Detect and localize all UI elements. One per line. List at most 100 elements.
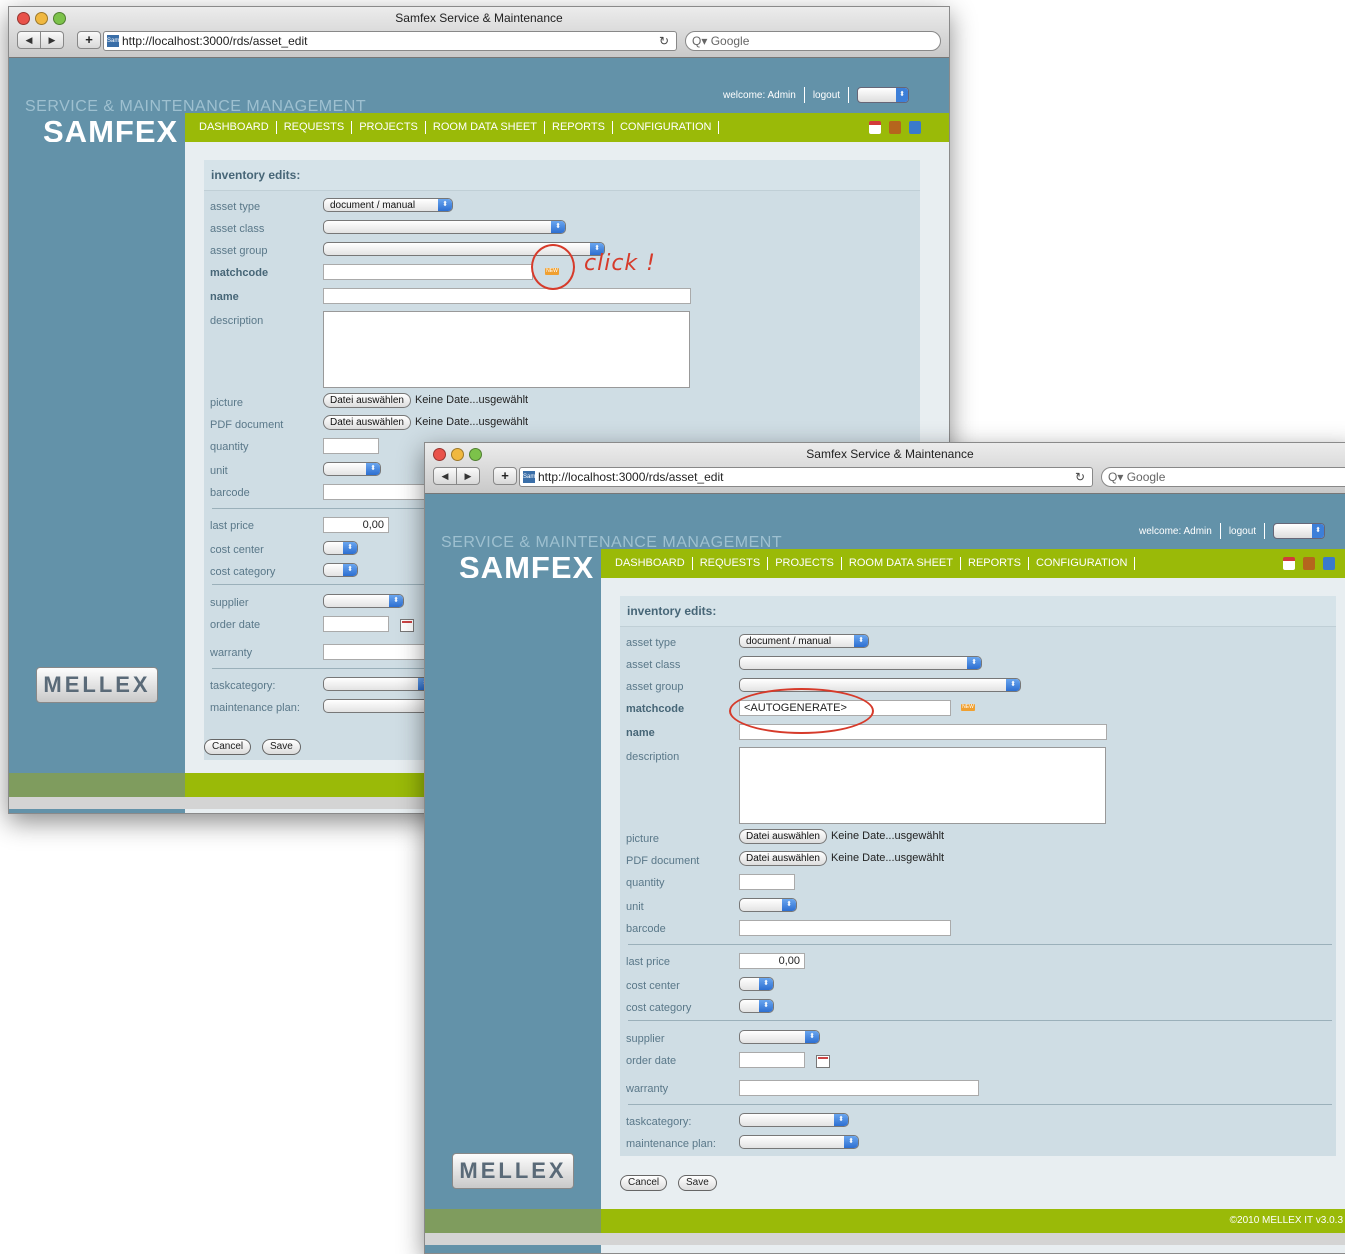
cancel-button[interactable]: Cancel (620, 1175, 668, 1191)
cost-category-select[interactable]: ⬍ (323, 563, 358, 577)
address-bar[interactable]: Sam http://localhost:3000/rds/asset_edit… (519, 467, 1093, 487)
label-order-date: order date (626, 1055, 677, 1067)
pdf-choose-file-button[interactable]: Datei auswählen (739, 851, 827, 866)
logout-link[interactable]: logout (813, 90, 840, 101)
nav-icon-group (1283, 557, 1335, 570)
order-date-input[interactable] (739, 1052, 805, 1068)
nav-reports[interactable]: REPORTS (961, 557, 1029, 570)
last-price-input[interactable]: 0,00 (323, 517, 389, 533)
back-button[interactable]: ◀ (433, 467, 457, 485)
forward-button[interactable]: ▶ (457, 467, 480, 485)
chevron-updown-icon: ⬍ (844, 1136, 858, 1148)
nav-configuration[interactable]: CONFIGURATION (1029, 557, 1136, 570)
book-icon[interactable] (1303, 557, 1315, 570)
calendar-icon[interactable] (869, 121, 881, 134)
picture-choose-file-button[interactable]: Datei auswählen (739, 829, 827, 844)
language-select[interactable]: ⬍ (857, 87, 910, 103)
back-button[interactable]: ◀ (17, 31, 41, 49)
url-text: http://localhost:3000/rds/asset_edit (538, 470, 724, 484)
label-cost-center: cost center (626, 980, 680, 992)
calculator-icon[interactable] (1323, 557, 1335, 570)
asset-type-select[interactable]: document / manual ⬍ (323, 198, 453, 212)
label-picture: picture (210, 397, 244, 409)
url-text: http://localhost:3000/rds/asset_edit (122, 34, 308, 48)
book-icon[interactable] (889, 121, 901, 134)
calendar-icon[interactable] (400, 619, 414, 632)
nav-room-data-sheet[interactable]: ROOM DATA SHEET (842, 557, 961, 570)
save-button[interactable]: Save (262, 739, 301, 755)
cost-center-select[interactable]: ⬍ (739, 977, 774, 991)
reload-icon[interactable]: ↻ (1072, 470, 1088, 484)
matchcode-input[interactable] (323, 264, 533, 280)
label-pdf-document: PDF document (626, 855, 700, 867)
add-bookmark-button[interactable]: + (493, 467, 517, 485)
nav-configuration[interactable]: CONFIGURATION (613, 121, 720, 134)
pdf-file-status: Keine Date...usgewählt (830, 852, 945, 864)
search-field[interactable]: Q▾ Google (1101, 467, 1345, 487)
calendar-icon[interactable] (816, 1055, 830, 1068)
search-field[interactable]: Q▾ Google (685, 31, 941, 51)
logout-link[interactable]: logout (1229, 526, 1256, 537)
asset-class-select[interactable]: ⬍ (323, 220, 566, 234)
label-unit: unit (210, 465, 228, 477)
nav-reports[interactable]: REPORTS (545, 121, 613, 134)
asset-type-select[interactable]: document / manual ⬍ (739, 634, 869, 648)
description-textarea[interactable] (323, 311, 690, 388)
taskcategory-select[interactable]: ⬍ (323, 677, 433, 691)
language-select[interactable]: ⬍ (1273, 523, 1326, 539)
chevron-updown-icon: ⬍ (854, 635, 868, 647)
address-bar[interactable]: Sam http://localhost:3000/rds/asset_edit… (103, 31, 677, 51)
pdf-choose-file-button[interactable]: Datei auswählen (323, 415, 411, 430)
order-date-input[interactable] (323, 616, 389, 632)
supplier-select[interactable]: ⬍ (739, 1030, 820, 1044)
cost-category-select[interactable]: ⬍ (739, 999, 774, 1013)
chevron-updown-icon: ⬍ (782, 899, 796, 911)
label-warranty: warranty (626, 1083, 669, 1095)
taskcategory-select[interactable]: ⬍ (739, 1113, 849, 1127)
barcode-input[interactable] (739, 920, 951, 936)
inventory-form: inventory edits: asset type document / m… (620, 596, 1336, 1156)
name-input[interactable] (323, 288, 691, 304)
unit-select[interactable]: ⬍ (739, 898, 797, 912)
mellex-logo[interactable]: MELLEX (452, 1153, 574, 1189)
footer-bar: ©2010 MELLEX IT v3.0.3 (425, 1209, 1345, 1233)
nav-projects[interactable]: PROJECTS (768, 557, 842, 570)
unit-select[interactable]: ⬍ (323, 462, 381, 476)
calculator-icon[interactable] (909, 121, 921, 134)
label-name: name (626, 727, 655, 739)
calendar-icon[interactable] (1283, 557, 1295, 570)
mellex-logo[interactable]: MELLEX (36, 667, 158, 703)
label-pdf-document: PDF document (210, 419, 284, 431)
description-textarea[interactable] (739, 747, 1106, 824)
maintenance-plan-select[interactable]: ⬍ (739, 1135, 859, 1149)
last-price-input[interactable]: 0,00 (739, 953, 805, 969)
forward-button[interactable]: ▶ (41, 31, 64, 49)
save-button[interactable]: Save (678, 1175, 717, 1191)
nav-dashboard[interactable]: DASHBOARD (199, 121, 277, 134)
chevron-updown-icon: ⬍ (805, 1031, 819, 1043)
label-name: name (210, 291, 239, 303)
warranty-input[interactable] (739, 1080, 979, 1096)
nav-room-data-sheet[interactable]: ROOM DATA SHEET (426, 121, 545, 134)
label-matchcode: matchcode (626, 703, 685, 715)
add-bookmark-button[interactable]: + (77, 31, 101, 49)
new-matchcode-icon[interactable]: NEW (961, 704, 975, 711)
nav-projects[interactable]: PROJECTS (352, 121, 426, 134)
reload-icon[interactable]: ↻ (656, 34, 672, 48)
nav-dashboard[interactable]: DASHBOARD (615, 557, 693, 570)
supplier-select[interactable]: ⬍ (323, 594, 404, 608)
chevron-updown-icon: ⬍ (343, 542, 357, 554)
chevron-updown-icon: ⬍ (1312, 524, 1325, 538)
label-taskcategory: taskcategory: (626, 1116, 692, 1128)
cancel-button[interactable]: Cancel (204, 739, 252, 755)
quantity-input[interactable] (323, 438, 379, 454)
quantity-input[interactable] (739, 874, 795, 890)
label-last-price: last price (626, 956, 671, 968)
asset-class-select[interactable]: ⬍ (739, 656, 982, 670)
nav-requests[interactable]: REQUESTS (693, 557, 769, 570)
site-favicon-icon: Sam (107, 35, 119, 47)
nav-requests[interactable]: REQUESTS (277, 121, 353, 134)
label-matchcode: matchcode (210, 267, 269, 279)
picture-choose-file-button[interactable]: Datei auswählen (323, 393, 411, 408)
cost-center-select[interactable]: ⬍ (323, 541, 358, 555)
